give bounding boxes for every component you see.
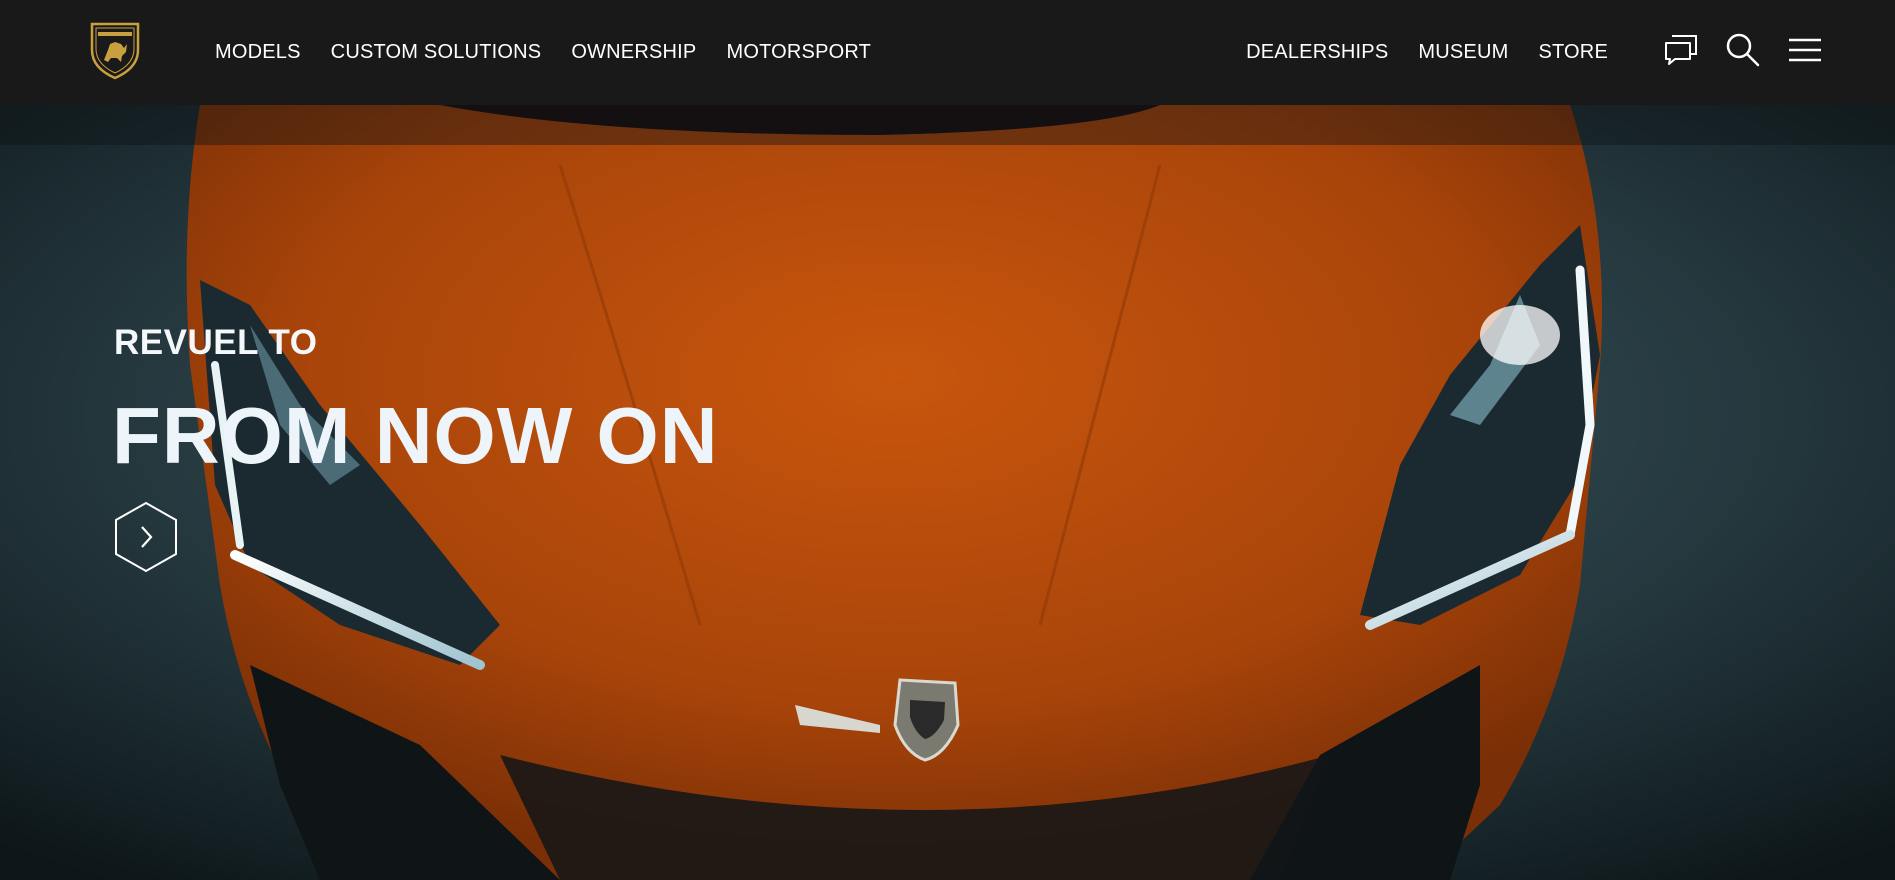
nav-dealerships[interactable]: DEALERSHIPS: [1246, 41, 1388, 64]
header-tools: [1639, 30, 1825, 70]
top-navigation-bar: MODELS CUSTOM SOLUTIONS OWNERSHIP MOTORS…: [0, 0, 1895, 105]
hero-eyebrow: REVUEL TO: [114, 323, 318, 362]
secondary-nav: DEALERSHIPS MUSEUM STORE: [1246, 0, 1608, 105]
primary-nav: MODELS CUSTOM SOLUTIONS OWNERSHIP MOTORS…: [215, 0, 901, 105]
menu-icon[interactable]: [1785, 30, 1825, 70]
search-icon[interactable]: [1723, 30, 1763, 70]
nav-museum[interactable]: MUSEUM: [1418, 41, 1508, 64]
hero-car-image: [0, 105, 1895, 880]
nav-custom-solutions[interactable]: CUSTOM SOLUTIONS: [331, 41, 542, 64]
hero-next-button[interactable]: [114, 501, 178, 573]
chevron-right-hexagon-icon: [115, 501, 177, 573]
page: MODELS CUSTOM SOLUTIONS OWNERSHIP MOTORS…: [0, 0, 1895, 880]
hero-title: FROM NOW ON: [112, 391, 719, 480]
hero-banner: REVUEL TO FROM NOW ON: [0, 105, 1895, 880]
nav-store[interactable]: STORE: [1538, 41, 1608, 64]
nav-ownership[interactable]: OWNERSHIP: [571, 41, 696, 64]
lamborghini-logo[interactable]: [88, 20, 142, 80]
chat-icon[interactable]: [1661, 30, 1701, 70]
nav-motorsport[interactable]: MOTORSPORT: [726, 41, 871, 64]
nav-models[interactable]: MODELS: [215, 41, 301, 64]
